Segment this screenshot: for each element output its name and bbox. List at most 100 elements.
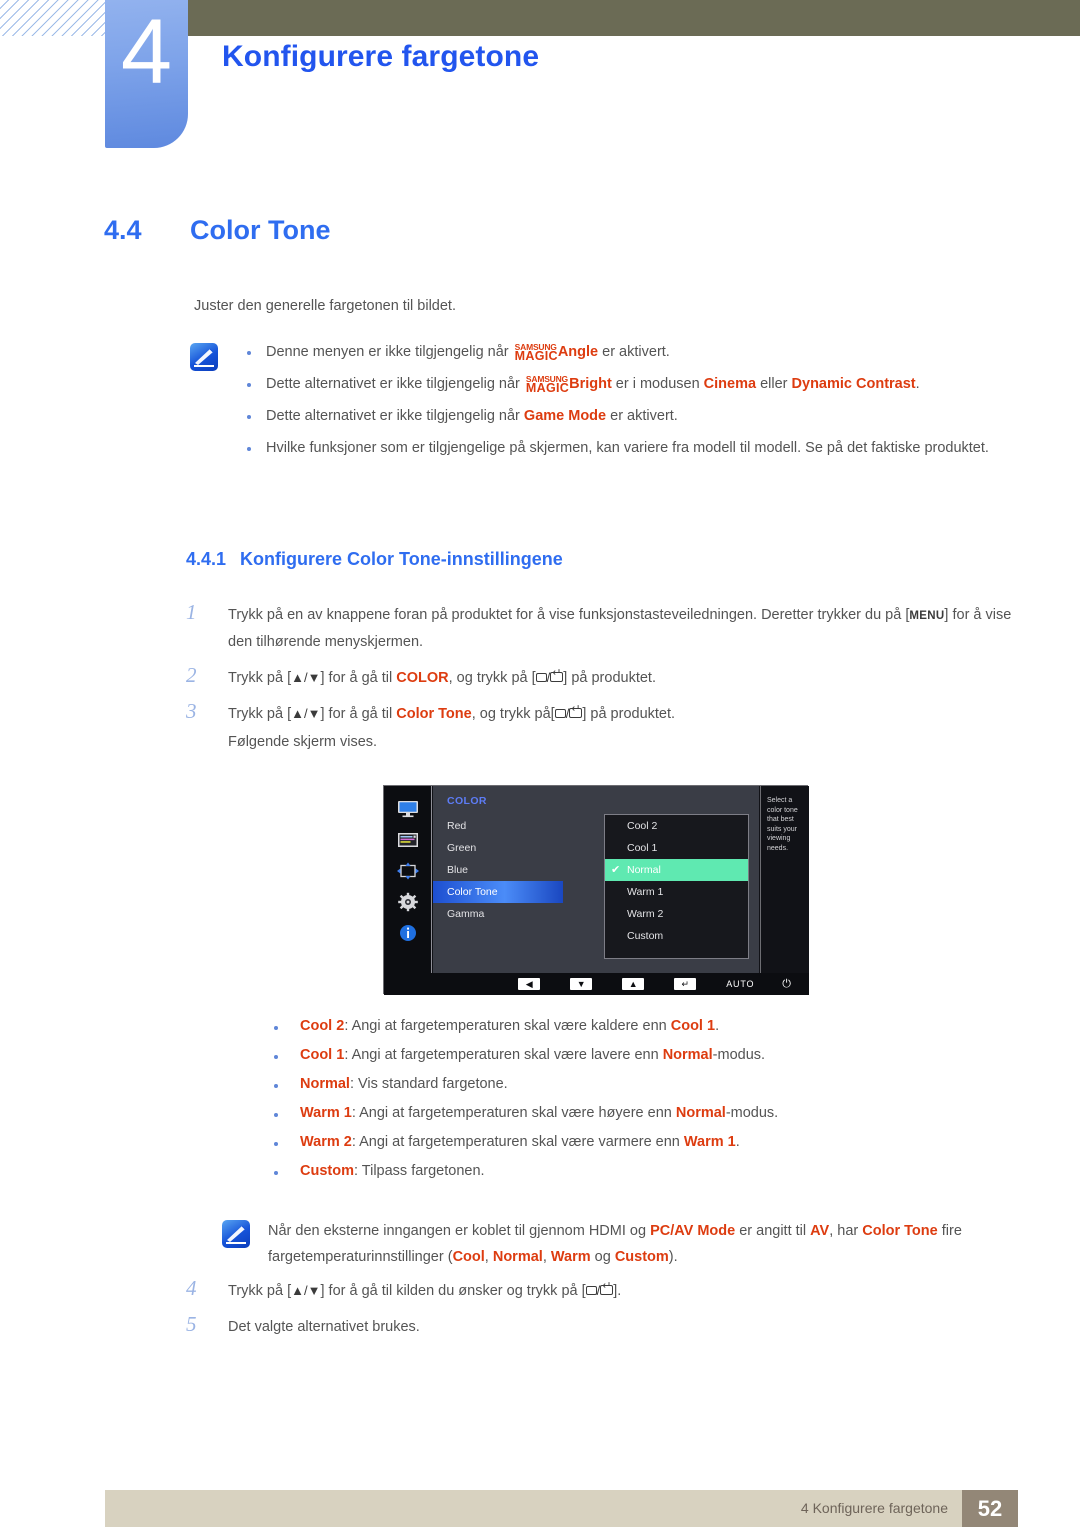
section-number: 4.4	[104, 215, 142, 245]
steps-list-1: 1 Trykk på en av knappene foran på produ…	[186, 600, 1020, 765]
note2-em6: Warm	[550, 1249, 591, 1265]
step-2-part4: ] på produktet.	[563, 670, 656, 686]
osd-key-up-icon[interactable]: ▲	[622, 978, 645, 990]
logo-magic-text: MAGIC	[514, 349, 558, 363]
osd-submenu-normal-label: Normal	[627, 864, 661, 876]
note1-b3-post: er aktivert.	[606, 408, 678, 424]
osd-body: COLOR Red Green Blue Color Tone Gamma Co…	[384, 786, 809, 973]
up-down-arrow-icon: ▲/▼	[291, 706, 321, 721]
osd-item-color-tone[interactable]: Color Tone	[433, 881, 563, 903]
osd-submenu-warm-2[interactable]: Warm 2	[605, 903, 748, 925]
section-intro-text: Juster den generelle fargetonen til bild…	[194, 298, 456, 314]
step-4-part3: ].	[613, 1283, 622, 1299]
source-box-icon	[554, 709, 566, 718]
step-3: 3 Trykk på [▲/▼] for å gå til Color Tone…	[186, 699, 1020, 755]
osd-submenu-cool-1[interactable]: Cool 1	[605, 837, 748, 859]
note-block-2: Når den eksterne inngangen er koblet til…	[222, 1218, 1022, 1270]
note1-b2-mid: er i modusen	[611, 376, 704, 392]
footer-chapter-label: 4 Konfigurere fargetone	[800, 1500, 948, 1516]
osd-submenu-warm-1[interactable]: Warm 1	[605, 881, 748, 903]
information-icon[interactable]	[395, 923, 421, 943]
note1-b2-logo-suffix: Bright	[569, 376, 612, 392]
color-tone-options-list: Cool 2: Angi at fargetemperaturen skal v…	[222, 1018, 1022, 1192]
osd-key-auto[interactable]: AUTO	[726, 979, 754, 989]
note-pen-icon	[222, 1220, 250, 1248]
option-normal: Normal: Vis standard fargetone.	[262, 1076, 1022, 1092]
osd-key-left-icon[interactable]: ◀	[518, 978, 541, 990]
option-cool-2: Cool 2: Angi at fargetemperaturen skal v…	[262, 1018, 1022, 1034]
page-header: 4 Konfigurere fargetone	[0, 0, 1080, 160]
note1-b2-pre: Dette alternativet er ikke tilgjengelig …	[266, 376, 524, 392]
enter-key-icon	[600, 1281, 614, 1295]
step-4-part2: ] for å gå til kilden du ønsker og trykk…	[320, 1283, 586, 1299]
step-4-part1: Trykk på [	[228, 1283, 292, 1299]
option-warm-1-term: Warm 1	[300, 1105, 352, 1121]
osd-menu-title: COLOR	[447, 795, 487, 807]
monitor-icon[interactable]	[395, 799, 421, 819]
osd-submenu-normal[interactable]: ✔ Normal	[605, 859, 748, 881]
note2-p7: og	[590, 1249, 615, 1265]
screen-adjust-icon[interactable]	[395, 861, 421, 881]
note1-b2-em2: Dynamic Contrast	[791, 376, 916, 392]
up-down-arrow-icon: ▲/▼	[291, 670, 321, 685]
step-3-part3: , og trykk på[	[471, 706, 555, 722]
page-footer: 4 Konfigurere fargetone 52	[105, 1490, 1018, 1527]
option-warm-1-post: -modus.	[725, 1105, 779, 1121]
osd-key-down-icon[interactable]: ▼	[570, 978, 593, 990]
chapter-tab: 4	[105, 0, 188, 148]
step-5: 5 Det valgte alternativet brukes.	[186, 1312, 1020, 1340]
option-normal-term: Normal	[300, 1076, 350, 1092]
note1-b4-text: Hvilke funksjoner som er tilgjengelige p…	[266, 440, 989, 456]
note1-b2-em1: Cinema	[703, 376, 757, 392]
osd-icon-rail	[384, 786, 432, 973]
option-cool-2-em: Cool 1	[670, 1018, 716, 1034]
osd-key-enter-icon[interactable]: ↵	[674, 978, 697, 990]
section-heading: 4.4 Color Tone	[104, 215, 964, 246]
note1-b1-logo-suffix: Angle	[557, 344, 599, 360]
setup-gear-icon[interactable]	[395, 892, 421, 912]
option-cool-2-post: .	[715, 1018, 720, 1034]
enter-key-icon	[550, 668, 564, 682]
note-block-1: Denne menyen er ikke tilgjengelig når SA…	[190, 340, 1020, 468]
header-olive-bar	[188, 0, 1080, 36]
osd-menu-panel: COLOR Red Green Blue Color Tone Gamma Co…	[433, 786, 759, 973]
step-2-part3: , og trykk på [	[448, 670, 536, 686]
logo-magic-text: MAGIC	[525, 381, 570, 395]
osd-button-bar: ◀ ▼ ▲ ↵ AUTO ⏻	[384, 973, 809, 995]
step-3-part4: ] på produktet.	[582, 706, 676, 722]
step-2-em: COLOR	[396, 670, 449, 686]
osd-submenu-custom[interactable]: Custom	[605, 925, 748, 947]
option-cool-2-pre: : Angi at fargetemperaturen skal være ka…	[344, 1018, 671, 1034]
note1-b3-pre: Dette alternativet er ikke tilgjengelig …	[266, 408, 524, 424]
option-warm-1-em: Normal	[675, 1105, 726, 1121]
note2-em4: Cool	[452, 1249, 485, 1265]
osd-submenu-cool-2[interactable]: Cool 2	[605, 815, 748, 837]
osd-submenu-color-tone: Cool 2 Cool 1 ✔ Normal Warm 1 Warm 2 Cust…	[604, 814, 749, 959]
picture-icon[interactable]	[395, 830, 421, 850]
power-icon[interactable]: ⏻	[782, 978, 791, 991]
samsung-magic-logo: SAMSUNG MAGIC	[525, 375, 570, 395]
step-3-em: Color Tone	[396, 706, 472, 722]
step-4-number: 4	[186, 1276, 197, 1300]
step-4-text: Trykk på [▲/▼] for å gå til kilden du øn…	[228, 1281, 622, 1299]
subsection-heading: 4.4.1 Konfigurere Color Tone-innstillinge…	[186, 549, 563, 570]
note1-b2-post: .	[915, 376, 920, 392]
section-title: Color Tone	[190, 215, 331, 245]
note2-p1: Når den eksterne inngangen er koblet til…	[268, 1223, 651, 1239]
step-5-number: 5	[186, 1312, 197, 1336]
chapter-number: 4	[120, 1, 173, 103]
step-2-part2: ] for å gå til	[320, 670, 397, 686]
subsection-title: Konfigurere Color Tone-innstillingene	[240, 549, 563, 569]
note2-em5: Normal	[492, 1249, 543, 1265]
note2-p3: , har	[829, 1223, 863, 1239]
note-bullet-list-1: Denne menyen er ikke tilgjengelig når SA…	[236, 340, 1020, 461]
osd-help-text: Select a color tone that best suits your…	[760, 786, 809, 973]
up-down-arrow-icon: ▲/▼	[291, 1283, 321, 1298]
option-cool-1: Cool 1: Angi at fargetemperaturen skal v…	[262, 1047, 1022, 1063]
note2-em2: AV	[810, 1223, 830, 1239]
option-warm-1: Warm 1: Angi at fargetemperaturen skal v…	[262, 1105, 1022, 1121]
option-warm-2-term: Warm 2	[300, 1134, 352, 1150]
option-cool-2-term: Cool 2	[300, 1018, 345, 1034]
note-2-text: Når den eksterne inngangen er koblet til…	[222, 1218, 1022, 1270]
step-1: 1 Trykk på en av knappene foran på produ…	[186, 600, 1020, 655]
